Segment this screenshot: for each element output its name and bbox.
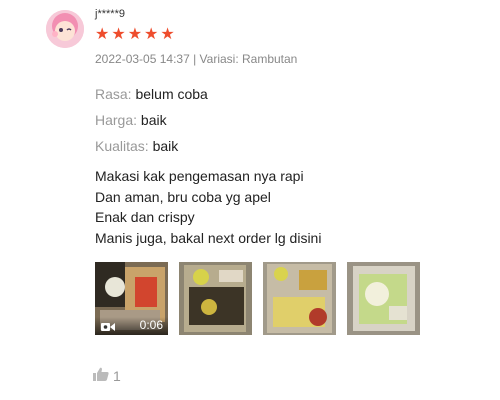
photo-thumbnail-image [263, 262, 336, 335]
like-count: 1 [113, 367, 121, 384]
review-line: Makasi kak pengemasan nya rapi [95, 168, 304, 184]
star-icon: ★ [111, 26, 126, 43]
attr-key: Kualitas: [95, 138, 149, 154]
photo-thumbnail-image [179, 262, 252, 335]
attr-key: Harga: [95, 112, 138, 128]
avatar-image [46, 10, 84, 48]
review-line: Manis juga, bakal next order lg disini [95, 229, 322, 246]
like-button[interactable]: 1 [93, 367, 121, 384]
attr-value: baik [140, 112, 167, 128]
avatar [46, 10, 84, 48]
video-overlay: 0:06 [95, 317, 168, 335]
reviewer-username: j*****9 [95, 8, 125, 20]
star-icon: ★ [127, 26, 143, 43]
star-icon: ★ [95, 26, 110, 43]
review-text: Makasi kak pengemasan nya rapi Dan aman,… [95, 166, 321, 248]
star-icon: ★ [160, 26, 175, 43]
video-duration: 0:06 [139, 318, 163, 332]
star-icon: ★ [144, 26, 159, 43]
attr-harga: Harga: baik [95, 112, 167, 128]
review-photo-thumbnail[interactable] [179, 262, 252, 335]
review-line: Dan aman, bru coba yg apel [95, 188, 271, 205]
photo-thumbnail-image [347, 262, 420, 335]
review-meta: 2022-03-05 14:37 | Variasi: Rambutan [95, 52, 298, 66]
review-video-thumbnail[interactable]: 0:06 [95, 262, 168, 335]
attr-key: Rasa: [95, 86, 132, 102]
review-photo-thumbnail[interactable] [263, 262, 336, 335]
attr-value: belum coba [135, 86, 208, 102]
review-media: 0:06 [95, 262, 420, 335]
review-photo-thumbnail[interactable] [347, 262, 420, 335]
thumbs-up-icon [93, 367, 109, 384]
video-camera-icon [101, 322, 115, 332]
attr-rasa: Rasa: belum coba [95, 86, 208, 102]
attr-value: baik [152, 138, 179, 154]
review-line: Enak dan crispy [95, 209, 195, 225]
rating-stars: ★ ★ ★ ★ ★ [95, 27, 175, 43]
attr-kualitas: Kualitas: baik [95, 138, 178, 154]
